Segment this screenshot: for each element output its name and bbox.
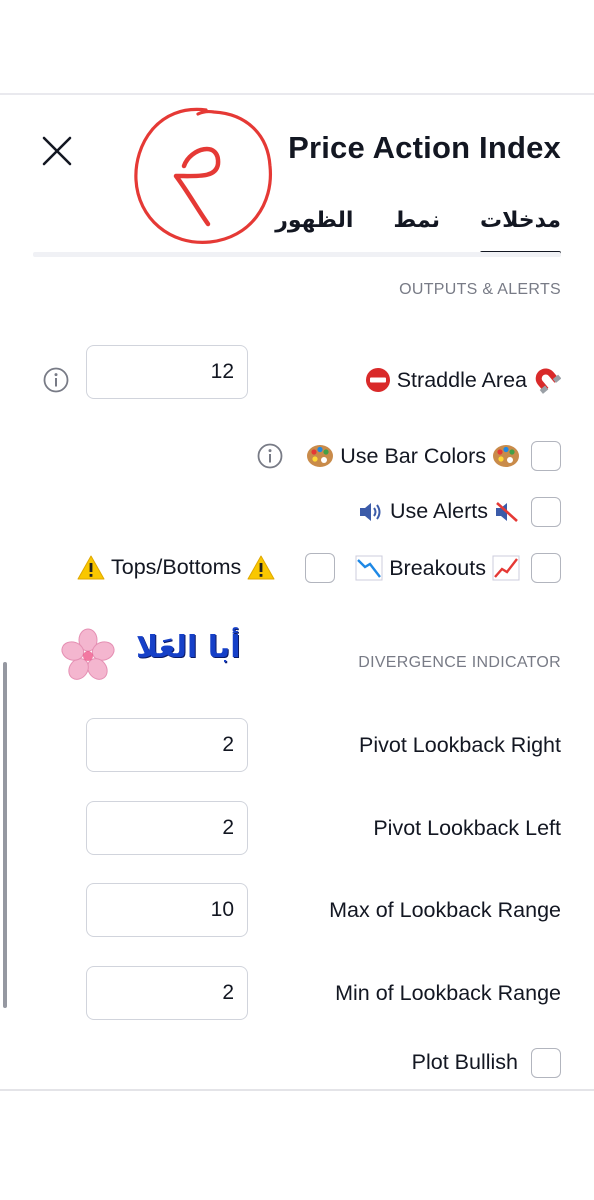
tops-bottoms-label: Tops/Bottoms xyxy=(111,555,242,579)
palette-icon xyxy=(493,445,519,467)
tab-underline-track xyxy=(33,252,561,257)
breakouts-checkbox[interactable] xyxy=(531,553,561,583)
pivot-lookback-left-label: Pivot Lookback Left xyxy=(373,816,561,840)
tops-bottoms-label-group: Tops/Bottoms xyxy=(77,555,275,580)
straddle-area-label: Straddle Area xyxy=(396,367,527,392)
top-divider xyxy=(0,93,594,95)
section-header-outputs: OUTPUTS & ALERTS xyxy=(399,281,561,298)
cherry-blossom-icon xyxy=(61,628,115,680)
tab-inputs[interactable]: مدخلات xyxy=(480,208,561,256)
use-alerts-label: Use Alerts xyxy=(390,499,488,523)
min-lookback-range-input[interactable]: 2 xyxy=(86,966,248,1020)
pivot-lookback-right-label: Pivot Lookback Right xyxy=(359,733,561,757)
no-entry-icon xyxy=(365,368,390,392)
close-icon[interactable] xyxy=(40,134,74,168)
warning-icon xyxy=(247,555,275,580)
palette-icon xyxy=(307,445,334,467)
use-alerts-checkbox[interactable] xyxy=(531,497,561,527)
straddle-area-label-group: Straddle Area xyxy=(365,366,561,394)
use-bar-colors-label: Use Bar Colors xyxy=(340,443,486,468)
info-icon[interactable] xyxy=(43,367,69,393)
scrollbar[interactable] xyxy=(3,662,7,1008)
tab-bar: مدخلات نمط الظهور xyxy=(275,208,561,256)
tops-bottoms-checkbox[interactable] xyxy=(305,553,335,583)
magnet-icon xyxy=(535,368,561,394)
speaker-icon xyxy=(360,502,381,521)
straddle-area-input[interactable]: 12 xyxy=(86,345,248,399)
handwritten-annotation-circle xyxy=(134,107,273,244)
bottom-divider xyxy=(0,1089,594,1091)
pivot-lookback-right-input[interactable]: 2 xyxy=(86,718,248,772)
plot-bullish-label: Plot Bullish xyxy=(411,1050,518,1074)
tab-style[interactable]: نمط xyxy=(393,208,440,256)
warning-icon xyxy=(77,555,105,580)
min-lookback-range-label: Min of Lookback Range xyxy=(335,981,561,1005)
section-header-divergence: DIVERGENCE INDICATOR xyxy=(358,654,561,671)
use-bar-colors-checkbox[interactable] xyxy=(531,441,561,471)
info-icon[interactable] xyxy=(257,443,283,469)
chart-increasing-icon xyxy=(492,555,520,581)
use-bar-colors-label-group: Use Bar Colors xyxy=(306,443,520,469)
breakouts-label: Breakouts xyxy=(389,555,486,580)
max-lookback-range-label: Max of Lookback Range xyxy=(329,898,561,922)
dialog-title: Price Action Index xyxy=(288,130,561,165)
max-lookback-range-input[interactable]: 10 xyxy=(86,883,248,937)
muted-speaker-icon xyxy=(496,501,518,522)
watermark-text: أبا العَلا xyxy=(136,630,241,665)
breakouts-label-group: Breakouts xyxy=(355,555,520,581)
plot-bullish-checkbox[interactable] xyxy=(531,1048,561,1078)
pivot-lookback-left-input[interactable]: 2 xyxy=(86,801,248,855)
chart-decreasing-icon xyxy=(355,555,383,581)
use-alerts-label-group: Use Alerts xyxy=(358,499,520,524)
tab-visibility[interactable]: الظهور xyxy=(275,208,353,256)
